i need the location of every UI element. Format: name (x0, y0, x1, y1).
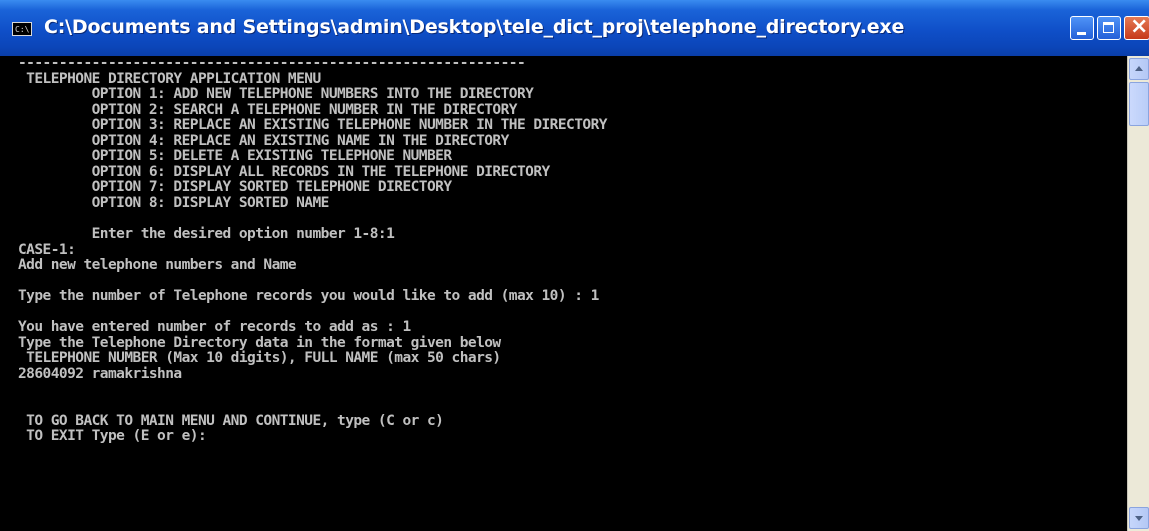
console-window: C:\ C:\Documents and Settings\admin\Desk… (0, 0, 1149, 531)
console-line: Type the number of Telephone records you… (18, 288, 599, 305)
minimize-button[interactable] (1070, 16, 1094, 40)
console-line: Enter the desired option number 1-8:1 (18, 226, 395, 243)
console-line: Type the Telephone Directory data in the… (18, 334, 501, 351)
scroll-thumb[interactable] (1129, 82, 1149, 126)
console-line: TELEPHONE NUMBER (Max 10 digits), FULL N… (18, 350, 501, 367)
console-line: OPTION 6: DISPLAY ALL RECORDS IN THE TEL… (18, 163, 551, 180)
scroll-down-button[interactable] (1129, 507, 1149, 529)
console-line: OPTION 3: REPLACE AN EXISTING TELEPHONE … (18, 117, 608, 134)
console-line: OPTION 4: REPLACE AN EXISTING NAME IN TH… (18, 132, 510, 149)
console-line: OPTION 2: SEARCH A TELEPHONE NUMBER IN T… (18, 101, 518, 118)
console-text: ----------------------------------------… (4, 56, 1123, 445)
console-line: OPTION 8: DISPLAY SORTED NAME (18, 194, 330, 211)
console-line: TELEPHONE DIRECTORY APPLICATION MENU (18, 70, 321, 87)
console-line: TO GO BACK TO MAIN MENU AND CONTINUE, ty… (18, 412, 444, 429)
console-line: Add new telephone numbers and Name (18, 257, 297, 274)
console-line: You have entered number of records to ad… (18, 319, 411, 336)
console-line: OPTION 1: ADD NEW TELEPHONE NUMBERS INTO… (18, 86, 534, 103)
console-line: 28604092 ramakrishna (18, 365, 182, 382)
console-output[interactable]: ----------------------------------------… (4, 56, 1123, 531)
console-line: TO EXIT Type (E or e): (18, 428, 207, 445)
console-line: CASE-1: (18, 241, 76, 258)
console-line: OPTION 5: DELETE A EXISTING TELEPHONE NU… (18, 148, 452, 165)
console-line: OPTION 7: DISPLAY SORTED TELEPHONE DIREC… (18, 179, 452, 196)
console-line: ----------------------------------------… (18, 56, 526, 71)
maximize-button[interactable] (1097, 16, 1121, 40)
vertical-scrollbar[interactable] (1127, 56, 1149, 531)
scroll-up-button[interactable] (1129, 58, 1149, 80)
close-button[interactable] (1124, 14, 1149, 40)
window-title: C:\Documents and Settings\admin\Desktop\… (44, 16, 905, 38)
console-app-icon[interactable]: C:\ (12, 22, 32, 36)
title-bar[interactable]: C:\ C:\Documents and Settings\admin\Desk… (0, 0, 1149, 56)
